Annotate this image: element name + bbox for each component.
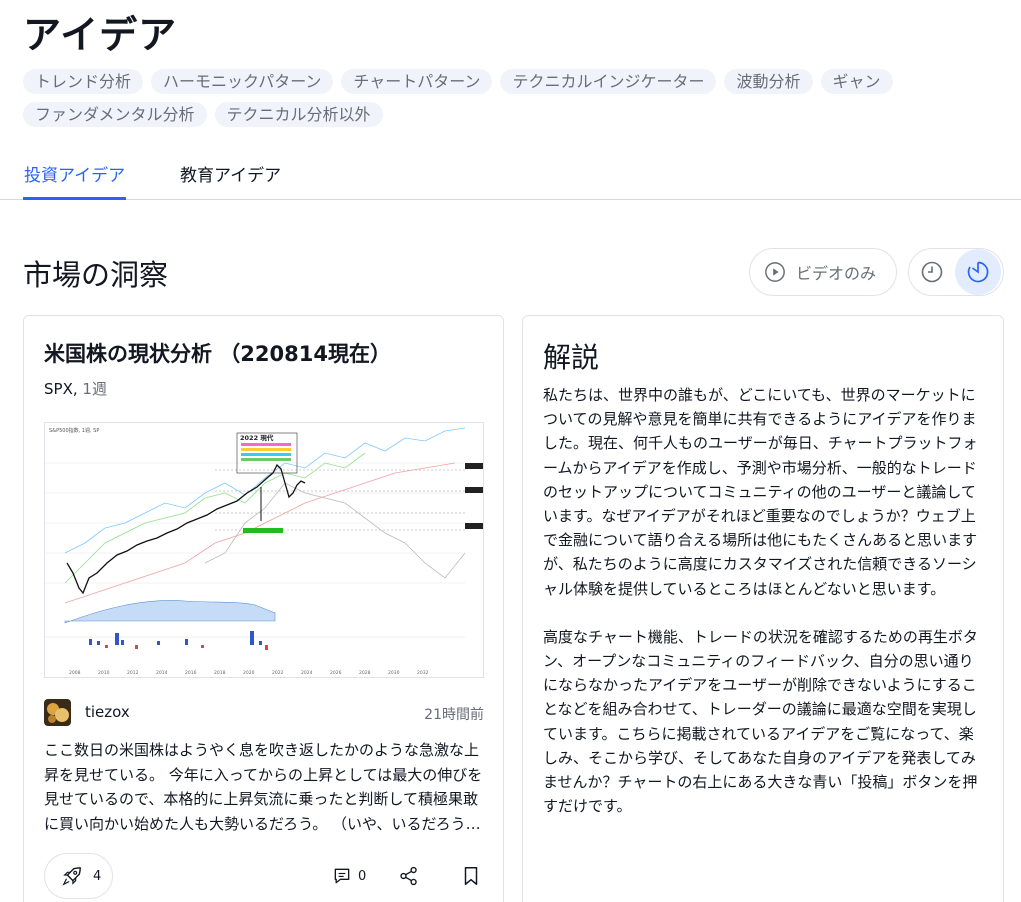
idea-description[interactable]: ここ数日の米国株はようやく息を吹き返したかのような急激な上昇を見せている。 今年… [44, 738, 486, 836]
chip-trend-analysis[interactable]: トレンド分析 [23, 69, 144, 94]
comment-icon [334, 868, 350, 884]
comment-count: 0 [358, 868, 367, 884]
chip-technical-indicator[interactable]: テクニカルインジケーター [500, 69, 717, 94]
chart-x-label: 2010 [98, 670, 110, 676]
chart-x-label: 2020 [243, 670, 255, 676]
idea-symbol-line: SPX, 1週 [44, 378, 107, 399]
boost-button[interactable]: 4 [44, 853, 113, 899]
chip-harmonic-pattern[interactable]: ハーモニックパターン [151, 69, 334, 94]
idea-tabs: 投資アイデア 教育アイデア [0, 160, 1021, 200]
chart-x-label: 2016 [185, 670, 197, 676]
chart-x-label: 2024 [301, 670, 313, 676]
chart-x-label: 2032 [417, 670, 429, 676]
chart-x-label: 2022 [272, 670, 284, 676]
clock-icon [921, 261, 943, 283]
sort-recent-button[interactable] [909, 249, 955, 295]
avatar-image [44, 699, 71, 726]
chip-gann[interactable]: ギャン [820, 69, 893, 94]
chip-chart-pattern[interactable]: チャートパターン [341, 69, 493, 94]
page-title: アイデア [23, 13, 178, 57]
chart-x-label: 2026 [330, 670, 342, 676]
section-title: 市場の洞察 [23, 258, 169, 292]
chart-label: S&P500指数, 1週, SP [49, 427, 99, 434]
avatar[interactable] [44, 699, 71, 726]
explanation-paragraph: 高度なチャート機能、トレードの状況を確認するための再生ボタン、オープンなコミュニ… [543, 627, 978, 816]
chart-x-label: 2012 [127, 670, 139, 676]
bookmark-button[interactable] [460, 865, 482, 891]
sort-toggle-group [908, 248, 1004, 296]
boost-count: 4 [93, 868, 102, 884]
tab-education-ideas[interactable]: 教育アイデア [180, 160, 281, 200]
chart-annotation: 2022 現代 [240, 433, 274, 442]
chart-x-label: 2008 [69, 670, 81, 676]
chart-x-label: 2030 [388, 670, 400, 676]
share-icon [400, 866, 417, 886]
share-button[interactable] [398, 865, 420, 891]
explanation-body: 私たちは、世界中の誰もが、どこにいても、世界のマーケットについての見解や意見を簡… [543, 383, 983, 818]
sort-popular-button[interactable] [955, 249, 1001, 295]
chart-x-label: 2018 [214, 670, 226, 676]
idea-interval: 1週 [82, 380, 107, 398]
explanation-panel: 解説 私たちは、世界中の誰もが、どこにいても、世界のマーケットについての見解や意… [522, 315, 1004, 902]
bookmark-icon [464, 867, 478, 885]
chart-x-label: 2028 [359, 670, 371, 676]
play-circle-icon [765, 262, 785, 282]
video-only-button[interactable]: ビデオのみ [749, 248, 897, 296]
chip-fundamental-analysis[interactable]: ファンダメンタル分析 [23, 102, 207, 127]
idea-chart-thumbnail[interactable]: S&P500指数, 1週, SP 2022 現代 2008 2010 2012 … [44, 422, 484, 678]
idea-symbol[interactable]: SPX, [44, 380, 78, 398]
video-only-label: ビデオのみ [796, 264, 877, 283]
idea-card[interactable]: 米国株の現状分析 （220814現在） SPX, 1週 S&P500指数, 1週… [23, 315, 504, 902]
explanation-title: 解説 [543, 341, 600, 374]
chart-image: S&P500指数, 1週, SP 2022 現代 2008 2010 2012 … [45, 423, 483, 677]
explanation-paragraph: 私たちは、世界中の誰もが、どこにいても、世界のマーケットについての見解や意見を簡… [543, 386, 978, 598]
idea-title[interactable]: 米国株の現状分析 （220814現在） [44, 338, 391, 368]
time-ago: 21時間前 [424, 707, 484, 723]
rocket-icon [62, 867, 81, 886]
chart-x-label: 2014 [156, 670, 168, 676]
chip-wave-analysis[interactable]: 波動分析 [724, 69, 813, 94]
author-name[interactable]: tiezox [85, 703, 130, 721]
comment-button[interactable]: 0 [332, 866, 366, 886]
popular-clock-icon [967, 261, 989, 283]
tab-investment-ideas[interactable]: 投資アイデア [23, 160, 127, 200]
category-chips: トレンド分析 ハーモニックパターン チャートパターン テクニカルインジケーター … [23, 69, 983, 127]
author-row: tiezox 21時間前 [44, 699, 484, 727]
chip-beyond-technical[interactable]: テクニカル分析以外 [214, 102, 383, 127]
